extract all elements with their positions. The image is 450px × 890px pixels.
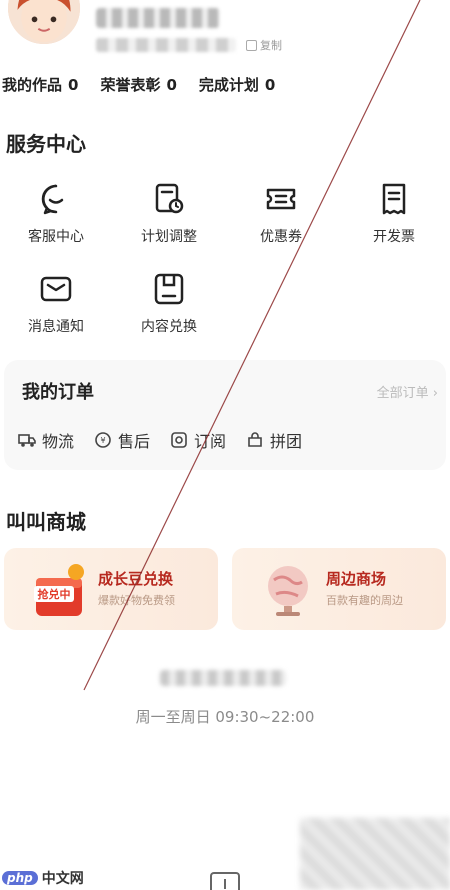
service-plan-adjust[interactable]: 计划调整	[113, 182, 225, 246]
shop-card-title: 成长豆兑换	[98, 570, 174, 588]
all-orders-link[interactable]: 全部订单 ›	[377, 382, 438, 401]
profile-header: 复制	[0, 0, 450, 70]
my-orders-card: 我的订单 全部订单 › 物流 ¥ 售后 订阅 拼团	[4, 360, 446, 470]
order-after-sale[interactable]: ¥ 售后	[94, 428, 150, 452]
svg-text:¥: ¥	[100, 436, 105, 445]
order-subscription[interactable]: 订阅	[170, 428, 226, 452]
order-logistics[interactable]: 物流	[18, 428, 74, 452]
mail-icon	[40, 276, 72, 302]
contact-phone-blurred	[160, 670, 286, 686]
service-content-redeem[interactable]: 内容兑换	[113, 272, 225, 336]
shop-card-growth-beans[interactable]: 抢兑中 成长豆兑换 爆款好物免费领	[4, 548, 218, 630]
coupon-icon	[266, 188, 296, 210]
subscribe-icon	[171, 432, 187, 448]
tab-bar-icon[interactable]	[210, 872, 240, 890]
copy-label: 复制	[260, 39, 282, 52]
user-stats: 我的作品 0 荣誉表彰 0 完成计划 0	[2, 74, 275, 95]
schedule-adjust-icon	[155, 183, 184, 214]
my-orders-title: 我的订单	[22, 382, 94, 403]
stat-completed-plans[interactable]: 完成计划 0	[199, 74, 275, 95]
content-redeem-icon	[154, 273, 184, 305]
chat-bubble-icon	[41, 184, 64, 215]
shop-card-merch[interactable]: 周边商场 百款有趣的周边	[232, 548, 446, 630]
truck-icon	[18, 434, 36, 447]
shop-card-subtitle: 百款有趣的周边	[326, 594, 403, 607]
order-group-buy[interactable]: 拼团	[246, 428, 302, 452]
invoice-icon	[382, 183, 406, 215]
gift-box-icon: 抢兑中	[34, 564, 84, 616]
shop-card-title: 周边商场	[326, 570, 387, 588]
service-coupon[interactable]: 优惠券	[225, 182, 337, 246]
after-sale-icon: ¥	[95, 432, 111, 448]
copy-icon	[246, 39, 257, 51]
user-name-blurred	[96, 8, 220, 28]
stat-works[interactable]: 我的作品 0	[2, 74, 78, 95]
service-hours: 周一至周日 09:30~22:00	[135, 708, 315, 726]
order-shortcuts: 物流 ¥ 售后 订阅 拼团	[18, 428, 302, 452]
group-buy-icon	[248, 432, 262, 447]
user-id-blurred	[96, 38, 236, 52]
shop-card-subtitle: 爆款好物免费领	[98, 594, 175, 607]
copy-button[interactable]: 复制	[246, 36, 282, 54]
shop-title: 叫叫商城	[6, 510, 86, 534]
site-watermark: php 中文网	[2, 868, 84, 888]
stat-honors[interactable]: 荣誉表彰 0	[100, 74, 176, 95]
service-customer-support[interactable]: 客服中心	[0, 182, 112, 246]
blurred-watermark-region	[300, 818, 450, 890]
avatar[interactable]	[6, 0, 82, 46]
gift-badge-label: 抢兑中	[38, 587, 71, 601]
service-notifications[interactable]: 消息通知	[0, 272, 112, 336]
service-invoice[interactable]: 开发票	[338, 182, 450, 246]
service-center-title: 服务中心	[6, 132, 86, 156]
globe-icon	[268, 566, 308, 616]
